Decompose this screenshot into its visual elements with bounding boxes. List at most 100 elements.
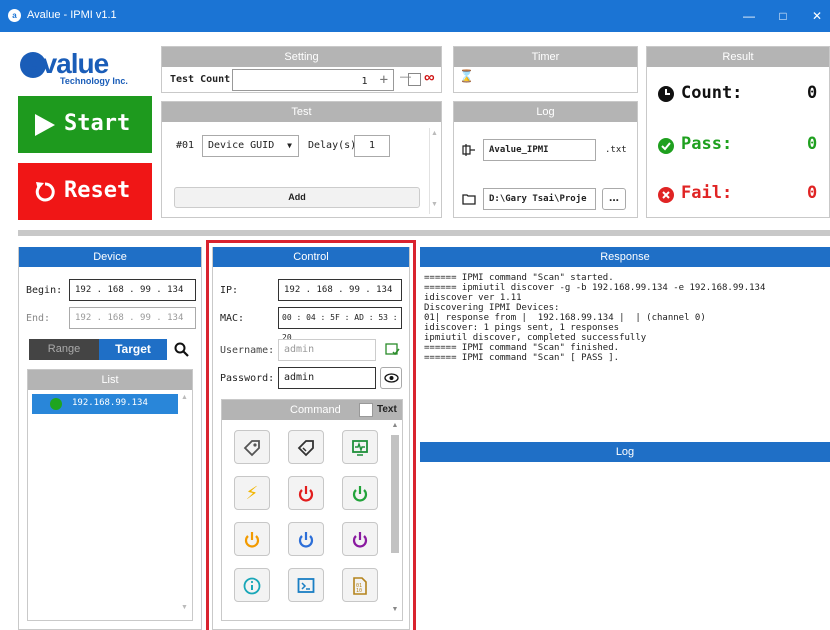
list-item[interactable]: 192.168.99.134 [32, 394, 178, 414]
delay-input[interactable]: 1 [354, 135, 390, 157]
x-circle-icon [658, 187, 674, 203]
show-password-button[interactable] [380, 367, 402, 389]
setting-panel: Setting Test Count 1 + — ∞ [161, 46, 442, 93]
result-panel: Result Count: 0 Pass: 0 Fail: 0 [646, 46, 830, 218]
username-input[interactable]: admin [278, 339, 376, 361]
begin-label: Begin: [26, 285, 63, 296]
command-panel: Command Text ⚡︎ 01 10 ▲ ▼ [221, 399, 403, 621]
fail-label: Fail: [681, 183, 733, 203]
plus-icon[interactable]: + [380, 72, 388, 88]
timer-header: Timer [454, 47, 637, 67]
response-panel: Response ====== IPMI command "Scan" star… [420, 247, 830, 433]
pass-label: Pass: [681, 134, 733, 154]
mac-label: MAC: [220, 313, 245, 324]
response-line: idiscover ver 1.11 [424, 293, 522, 303]
timer-panel: Timer ⌛ [453, 46, 638, 93]
file-name-icon [462, 144, 475, 156]
power-reset-icon[interactable] [288, 522, 324, 556]
text-mode-checkbox[interactable] [359, 403, 373, 417]
chevron-down-icon: ▼ [287, 141, 292, 150]
power-cycle-icon[interactable] [234, 522, 270, 556]
response-line: ====== IPMI command "Scan" finished. [424, 343, 620, 353]
minimize-button[interactable]: — [736, 6, 762, 26]
log-settings-panel: Log Avalue_IPMI .txt D:\Gary Tsai\Proje … [453, 101, 638, 218]
online-status-icon [50, 398, 62, 410]
svg-text:10: 10 [356, 588, 362, 594]
target-toggle[interactable]: Target [99, 339, 167, 360]
list-scroll-up-icon[interactable]: ▲ [181, 394, 188, 401]
range-toggle[interactable]: Range [29, 339, 99, 360]
window-title: Avalue - IPMI v1.1 [27, 9, 117, 21]
count-label: Count: [681, 83, 743, 103]
infinite-icon: ∞ [424, 69, 435, 86]
log-output-panel: Log [420, 442, 830, 630]
command-scrollbar[interactable]: ▲ ▼ [389, 422, 401, 618]
tag-icon[interactable] [234, 430, 270, 464]
folder-icon [462, 194, 476, 205]
response-log: ====== IPMI command "Scan" started. ====… [424, 273, 828, 429]
mac-input[interactable]: 00 : 04 : 5F : AD : 53 : 20 [278, 307, 402, 342]
maximize-button[interactable]: □ [770, 6, 796, 26]
add-test-button[interactable]: Add [174, 187, 420, 208]
delay-label: Delay(s) [308, 140, 357, 151]
clock-icon [658, 86, 674, 102]
power-soft-icon[interactable] [342, 522, 378, 556]
count-value: 0 [807, 83, 818, 103]
start-label: Start [64, 111, 131, 136]
control-panel: Control IP: 192 . 168 . 99 . 134 MAC: 00… [212, 247, 410, 630]
test-scrollbar[interactable]: ▲ ▼ [429, 128, 439, 214]
info-icon[interactable] [234, 568, 270, 602]
avalue-logo: avalue Technology Inc. [18, 48, 158, 88]
end-ip-input[interactable]: 192 . 168 . 99 . 134 [69, 307, 196, 329]
ip-label: IP: [220, 285, 239, 296]
password-input[interactable]: admin [278, 367, 376, 389]
test-count-label: Test Count [170, 74, 231, 85]
play-icon [35, 114, 55, 136]
start-button[interactable]: Start [18, 96, 152, 153]
logo-tagline: Technology Inc. [60, 76, 128, 86]
result-header: Result [647, 47, 829, 67]
terminal-icon[interactable] [288, 568, 324, 602]
power-on-icon[interactable] [342, 476, 378, 510]
log-filename-input[interactable]: Avalue_IPMI [483, 139, 596, 161]
hourglass-icon: ⌛ [459, 69, 474, 83]
command-header: Command [290, 404, 341, 416]
log-settings-header: Log [454, 102, 637, 122]
test-item-select[interactable]: Device GUID ▼ [202, 135, 299, 157]
response-line: ====== IPMI command "Scan" started. [424, 273, 614, 283]
setting-header: Setting [162, 47, 441, 67]
command-scroll-thumb[interactable] [391, 435, 399, 553]
list-scroll-down-icon[interactable]: ▼ [181, 604, 188, 611]
response-line: 01| response from | 192.168.99.134 | | (… [424, 313, 706, 323]
reset-button[interactable]: Reset [18, 163, 152, 220]
response-line: ipmiutil discover, completed successfull… [424, 333, 647, 343]
device-header: Device [19, 247, 201, 267]
power-off-icon[interactable] [288, 476, 324, 510]
end-label: End: [26, 313, 51, 324]
begin-ip-input[interactable]: 192 . 168 . 99 . 134 [69, 279, 196, 301]
text-mode-label: Text [377, 404, 397, 415]
device-list-header: List [28, 370, 192, 390]
log-output-header: Log [420, 442, 830, 462]
save-credentials-icon[interactable] [385, 342, 400, 357]
device-panel: Device Begin: 192 . 168 . 99 . 134 End: … [18, 247, 202, 630]
ip-input[interactable]: 192 . 168 . 99 . 134 [278, 279, 402, 301]
section-divider [18, 230, 830, 236]
monitor-pulse-icon[interactable] [342, 430, 378, 464]
username-label: Username: [220, 345, 275, 356]
test-count-field[interactable]: 1 + [232, 69, 394, 91]
binary-file-icon[interactable]: 01 10 [342, 568, 378, 602]
test-header: Test [162, 102, 441, 122]
browse-folder-button[interactable]: ... [602, 188, 626, 210]
pass-value: 0 [807, 134, 818, 154]
eye-icon [384, 373, 399, 383]
reset-label: Reset [64, 178, 131, 203]
log-folder-input[interactable]: D:\Gary Tsai\Proje [483, 188, 596, 210]
tag-outline-icon[interactable] [288, 430, 324, 464]
log-extension: .txt [605, 145, 627, 155]
search-icon[interactable] [174, 342, 189, 357]
close-button[interactable]: ✕ [804, 6, 830, 26]
control-header: Control [213, 247, 409, 267]
lightning-icon[interactable]: ⚡︎ [234, 476, 270, 510]
infinite-checkbox[interactable] [408, 73, 421, 86]
